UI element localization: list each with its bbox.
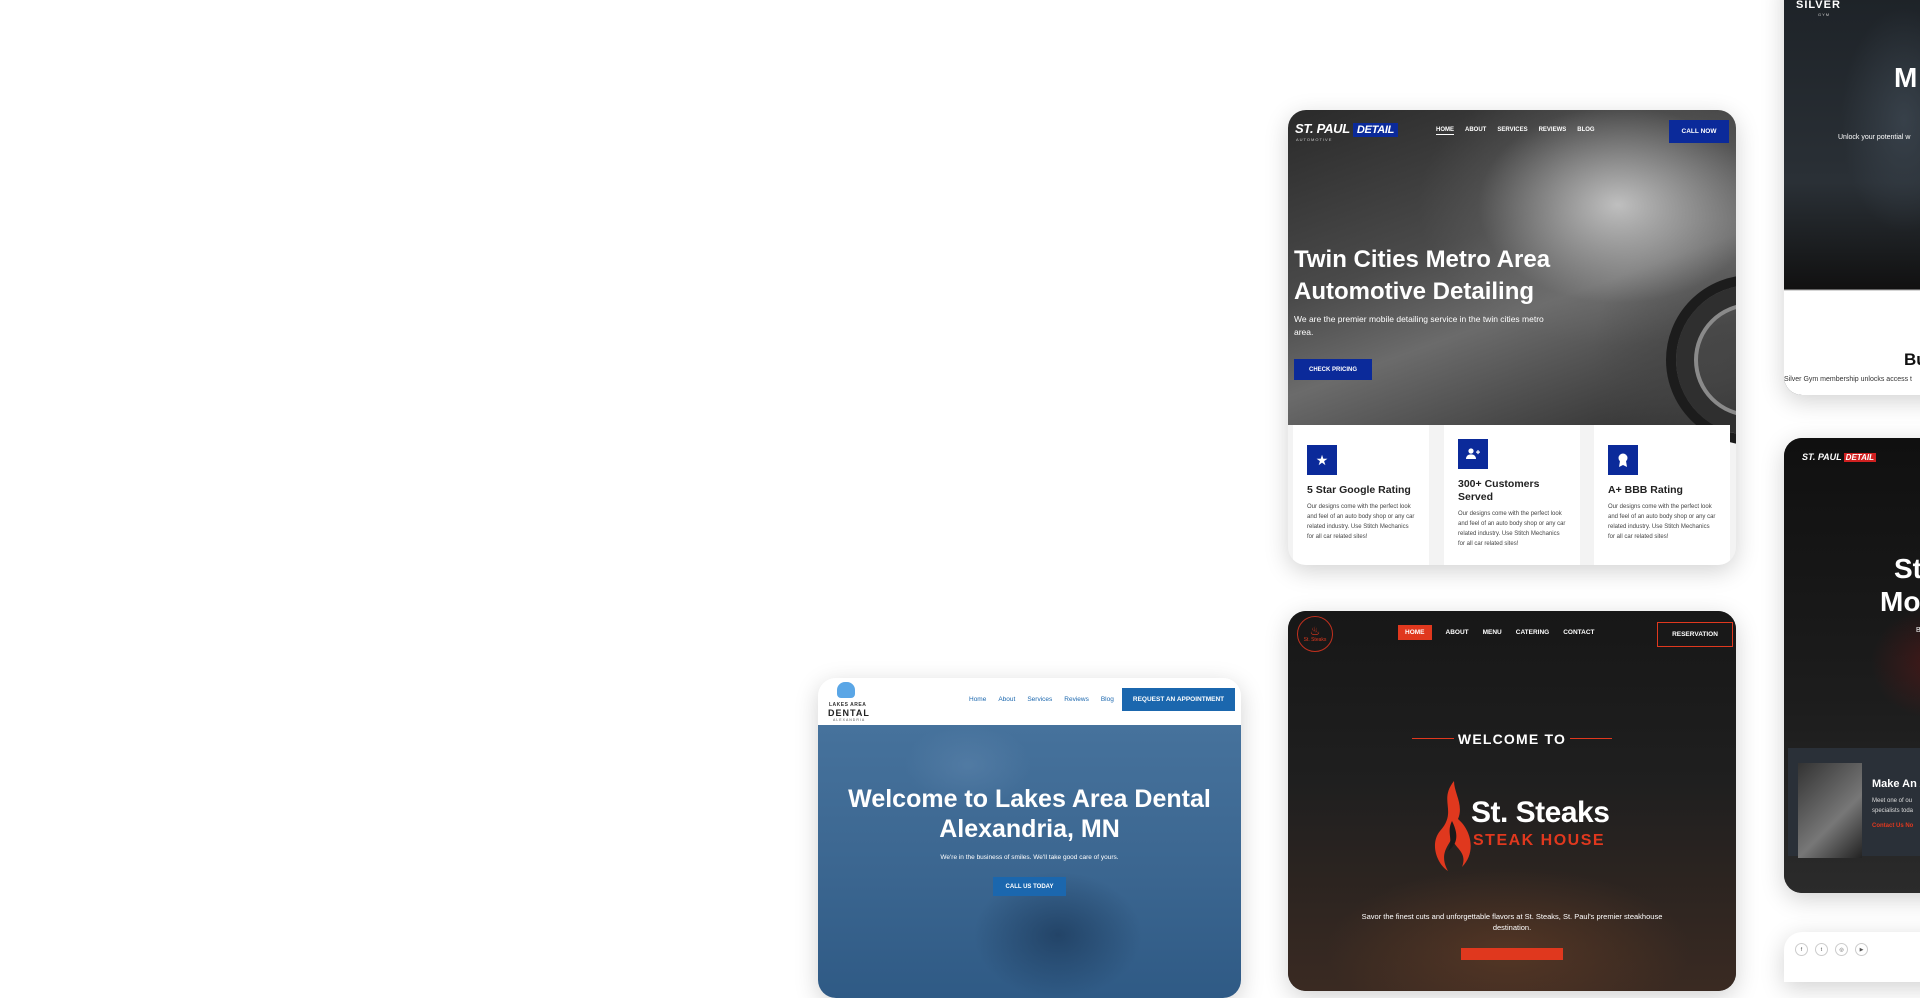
hero-description: Savor the finest cuts and unforgettable … <box>1361 912 1663 932</box>
nav-catering[interactable]: CATERING <box>1516 629 1549 636</box>
user-plus-icon <box>1458 439 1488 469</box>
reservation-button[interactable]: RESERVATION <box>1657 622 1733 647</box>
section-heading: Bu <box>1904 350 1920 369</box>
hero-title: M <box>1894 62 1918 93</box>
feature-title: A+ BBB Rating <box>1608 484 1683 496</box>
feature-title: 300+ Customers Served <box>1458 478 1540 503</box>
section-text: Silver Gym membership unlocks access t <box>1784 376 1912 383</box>
st-steaks-preview[interactable]: ♨ St. Steaks HOME ABOUT MENU CATERING CO… <box>1288 611 1736 991</box>
nav-contact[interactable]: CONTACT <box>1563 629 1594 636</box>
nav-about[interactable]: About <box>998 696 1015 703</box>
flame-logo-icon <box>1434 781 1471 871</box>
logo[interactable]: ST. PAUL DETAIL <box>1295 121 1399 137</box>
logo-badge: DETAIL <box>1843 453 1876 462</box>
nav-services[interactable]: SERVICES <box>1497 127 1527 135</box>
hero-dental-office-image <box>818 725 1241 998</box>
logo-line2: DENTAL <box>828 708 870 718</box>
tooth-icon <box>837 682 855 698</box>
nav-links: HOME ABOUT SERVICES REVIEWS BLOG <box>1436 127 1595 135</box>
nav-about[interactable]: ABOUT <box>1446 629 1469 636</box>
silver-gym-preview[interactable]: SILVER GYM M Unlock your potential w Bu … <box>1784 0 1920 395</box>
hero-subtitle: We are the premier mobile detailing serv… <box>1294 314 1544 337</box>
nav-services[interactable]: Services <box>1027 696 1052 703</box>
logo-subtitle: AUTOMOTIVE <box>1296 137 1333 142</box>
feature-card: ★ 5 Star Google Rating Our designs come … <box>1293 425 1429 565</box>
lakes-area-dental-preview[interactable]: LAKES AREA DENTAL ALEXANDRIA Home About … <box>818 678 1241 998</box>
award-icon <box>1608 445 1638 475</box>
nav-about[interactable]: ABOUT <box>1465 127 1486 135</box>
logo-subtitle: GYM <box>1818 12 1831 17</box>
feature-description: Our designs come with the perfect look a… <box>1307 504 1415 540</box>
brand-subtitle: STEAK HOUSE <box>1473 832 1606 849</box>
nav-links: HOME ABOUT MENU CATERING CONTACT <box>1398 625 1595 640</box>
logo-badge: DETAIL <box>1352 123 1399 137</box>
nav-blog[interactable]: Blog <box>1101 696 1114 703</box>
logo-text: ST. PAUL <box>1802 452 1842 462</box>
contact-link[interactable]: Contact Us No <box>1872 823 1913 829</box>
twitter-icon[interactable]: t <box>1815 943 1828 956</box>
emblem-name: St. Steaks <box>1303 637 1327 643</box>
feature-description: Our designs come with the perfect look a… <box>1608 504 1716 540</box>
logo-emblem[interactable]: ♨ St. Steaks <box>1297 616 1333 652</box>
check-pricing-button[interactable]: CHECK PRICING <box>1294 359 1372 380</box>
youtube-icon[interactable]: ▶ <box>1855 943 1868 956</box>
flame-icon: ♨ <box>1309 624 1321 638</box>
brand-name: St. Steaks <box>1471 796 1610 829</box>
primary-button[interactable] <box>1461 948 1563 960</box>
nav-links: Home About Services Reviews Blog <box>969 696 1114 703</box>
nav-home[interactable]: HOME <box>1398 625 1432 640</box>
request-appointment-button[interactable]: REQUEST AN APPOINTMENT <box>1122 688 1235 711</box>
nav-home[interactable]: Home <box>969 696 986 703</box>
st-paul-detail-dark-preview[interactable]: ST. PAULDETAIL St Mo B Make An A Meet on… <box>1784 438 1920 893</box>
logo-line3: ALEXANDRIA <box>833 718 866 722</box>
feature-card: A+ BBB Rating Our designs come with the … <box>1594 425 1730 565</box>
nav-reviews[interactable]: Reviews <box>1064 696 1089 703</box>
feature-description: Our designs come with the perfect look a… <box>1458 511 1566 547</box>
social-footer-preview[interactable]: f t ◎ ▶ <box>1784 932 1920 982</box>
hero-subtitle: We're in the business of smiles. We'll t… <box>940 854 1119 861</box>
instagram-icon[interactable]: ◎ <box>1835 943 1848 956</box>
header: LAKES AREA DENTAL ALEXANDRIA Home About … <box>818 678 1241 725</box>
logo[interactable]: ST. PAUL DETAIL <box>1802 452 1876 462</box>
hero-subtitle: Unlock your potential w <box>1838 134 1911 141</box>
panel-description: specialists toda <box>1872 808 1914 814</box>
logo-text: ST. PAUL <box>1295 121 1350 136</box>
hero-subtitle: B <box>1916 627 1920 634</box>
nav-reviews[interactable]: REVIEWS <box>1539 127 1567 135</box>
panel-title: Make An A <box>1872 778 1920 790</box>
feature-card: 300+ Customers Served Our designs come w… <box>1444 425 1580 565</box>
hero-title: Welcome to Lakes Area Dental Alexandria,… <box>848 785 1211 843</box>
star-icon: ★ <box>1307 445 1337 475</box>
panel-description: Meet one of ou <box>1872 798 1913 804</box>
hero-title: Twin Cities Metro Area Automotive Detail… <box>1294 246 1551 305</box>
mechanic-image <box>1798 763 1862 858</box>
welcome-heading: WELCOME TO <box>1457 731 1567 747</box>
hero-title-line2: Mo <box>1880 586 1920 617</box>
hero-background <box>1784 0 1920 395</box>
hero-title-line1: St <box>1894 553 1920 584</box>
logo[interactable]: SILVER <box>1796 0 1841 11</box>
call-now-button[interactable]: CALL NOW <box>1669 120 1729 143</box>
facebook-icon[interactable]: f <box>1795 943 1808 956</box>
call-us-today-button[interactable]: CALL US TODAY <box>993 877 1066 896</box>
divider-right <box>1570 738 1612 739</box>
nav-home[interactable]: HOME <box>1436 127 1454 135</box>
navbar: ST. PAUL DETAIL AUTOMOTIVE HOME ABOUT SER… <box>1288 110 1736 152</box>
nav-menu[interactable]: MENU <box>1483 629 1502 636</box>
st-paul-detail-preview[interactable]: ST. PAUL DETAIL AUTOMOTIVE HOME ABOUT SER… <box>1288 110 1736 565</box>
feature-title: 5 Star Google Rating <box>1307 484 1411 496</box>
nav-blog[interactable]: BLOG <box>1577 127 1594 135</box>
